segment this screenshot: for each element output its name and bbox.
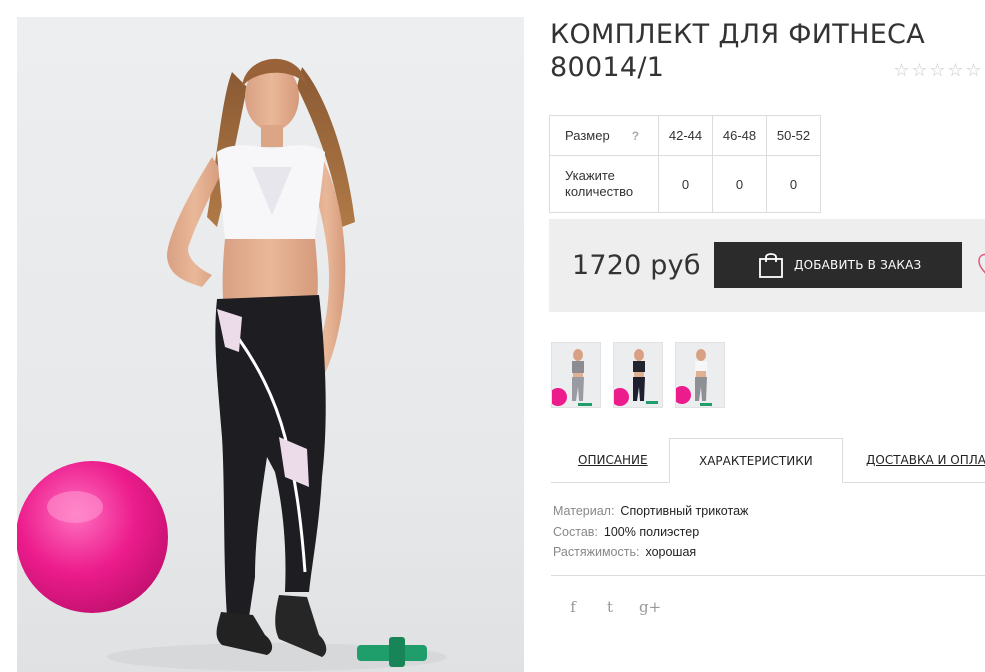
quantity-input[interactable]: 0 xyxy=(658,155,713,213)
star-icon[interactable]: ☆ xyxy=(947,60,964,80)
product-main-image[interactable] xyxy=(17,17,524,672)
purchase-panel: 1720 руб ДОБАВИТЬ В ЗАКАЗ xyxy=(549,219,985,312)
thumbnail-image[interactable] xyxy=(675,342,725,408)
quantity-label-line2: количество xyxy=(565,184,634,199)
product-title-line1: КОМПЛЕКТ ДЛЯ ФИТНЕСА xyxy=(550,19,925,50)
spec-key: Растяжимость: xyxy=(553,545,640,559)
size-option: 42-44 xyxy=(658,115,713,156)
facebook-icon[interactable]: f xyxy=(565,598,581,616)
product-photo-illustration xyxy=(17,58,447,671)
product-title: КОМПЛЕКТ ДЛЯ ФИТНЕСА 80014/1 xyxy=(550,18,950,84)
twitter-icon[interactable]: t xyxy=(602,598,618,616)
quantity-label-cell: Укажите количество xyxy=(549,155,659,213)
thumbnail-image[interactable] xyxy=(551,342,601,408)
spec-row: Материал: Спортивный трикотаж xyxy=(553,501,748,522)
size-row: Размер? 42-44 46-48 50-52 xyxy=(549,115,821,156)
quantity-input[interactable]: 0 xyxy=(766,155,821,213)
size-quantity-table: Размер? 42-44 46-48 50-52 Укажите количе… xyxy=(549,115,821,213)
thumbnail-gallery xyxy=(551,342,725,408)
tab-delivery-payment[interactable]: ДОСТАВКА И ОПЛАТА xyxy=(866,438,985,483)
spec-value: 100% полиэстер xyxy=(603,524,700,539)
product-tabs: ОПИСАНИЕ ХАРАКТЕРИСТИКИ ДОСТАВКА И ОПЛАТ… xyxy=(551,438,985,483)
rating-stars[interactable]: ☆ ☆ ☆ ☆ ☆ xyxy=(893,60,982,80)
heart-icon[interactable] xyxy=(973,252,985,285)
spec-key: Материал: xyxy=(553,504,615,518)
spec-row: Растяжимость: хорошая xyxy=(553,542,748,563)
product-title-line2: 80014/1 xyxy=(550,52,665,83)
quantity-input[interactable]: 0 xyxy=(712,155,767,213)
characteristics-list: Материал: Спортивный трикотаж Состав: 100%… xyxy=(553,501,748,563)
size-label: Размер xyxy=(565,127,610,143)
tab-description[interactable]: ОПИСАНИЕ xyxy=(578,438,648,483)
product-price: 1720 руб xyxy=(572,250,701,281)
shopping-bag-icon xyxy=(758,251,784,279)
spec-row: Состав: 100% полиэстер xyxy=(553,522,748,543)
star-icon[interactable]: ☆ xyxy=(893,60,910,80)
tab-characteristics[interactable]: ХАРАКТЕРИСТИКИ xyxy=(669,438,843,483)
star-icon[interactable]: ☆ xyxy=(965,60,982,80)
section-divider xyxy=(551,575,985,576)
spec-value: Спортивный трикотаж xyxy=(620,504,749,518)
social-share: f t g+ xyxy=(565,598,661,616)
size-option: 46-48 xyxy=(712,115,767,156)
star-icon[interactable]: ☆ xyxy=(929,60,946,80)
google-plus-icon[interactable]: g+ xyxy=(639,598,661,616)
size-label-cell: Размер? xyxy=(549,115,659,156)
size-option: 50-52 xyxy=(766,115,821,156)
star-icon[interactable]: ☆ xyxy=(911,60,928,80)
spec-key: Состав: xyxy=(553,524,598,539)
quantity-row: Укажите количество 0 0 0 xyxy=(549,155,821,213)
quantity-label-line1: Укажите xyxy=(565,168,615,183)
spec-value: хорошая xyxy=(645,545,697,559)
size-help-icon[interactable]: ? xyxy=(632,129,639,143)
add-to-order-button[interactable]: ДОБАВИТЬ В ЗАКАЗ xyxy=(714,242,962,288)
add-to-order-label: ДОБАВИТЬ В ЗАКАЗ xyxy=(794,258,922,272)
thumbnail-image[interactable] xyxy=(613,342,663,408)
